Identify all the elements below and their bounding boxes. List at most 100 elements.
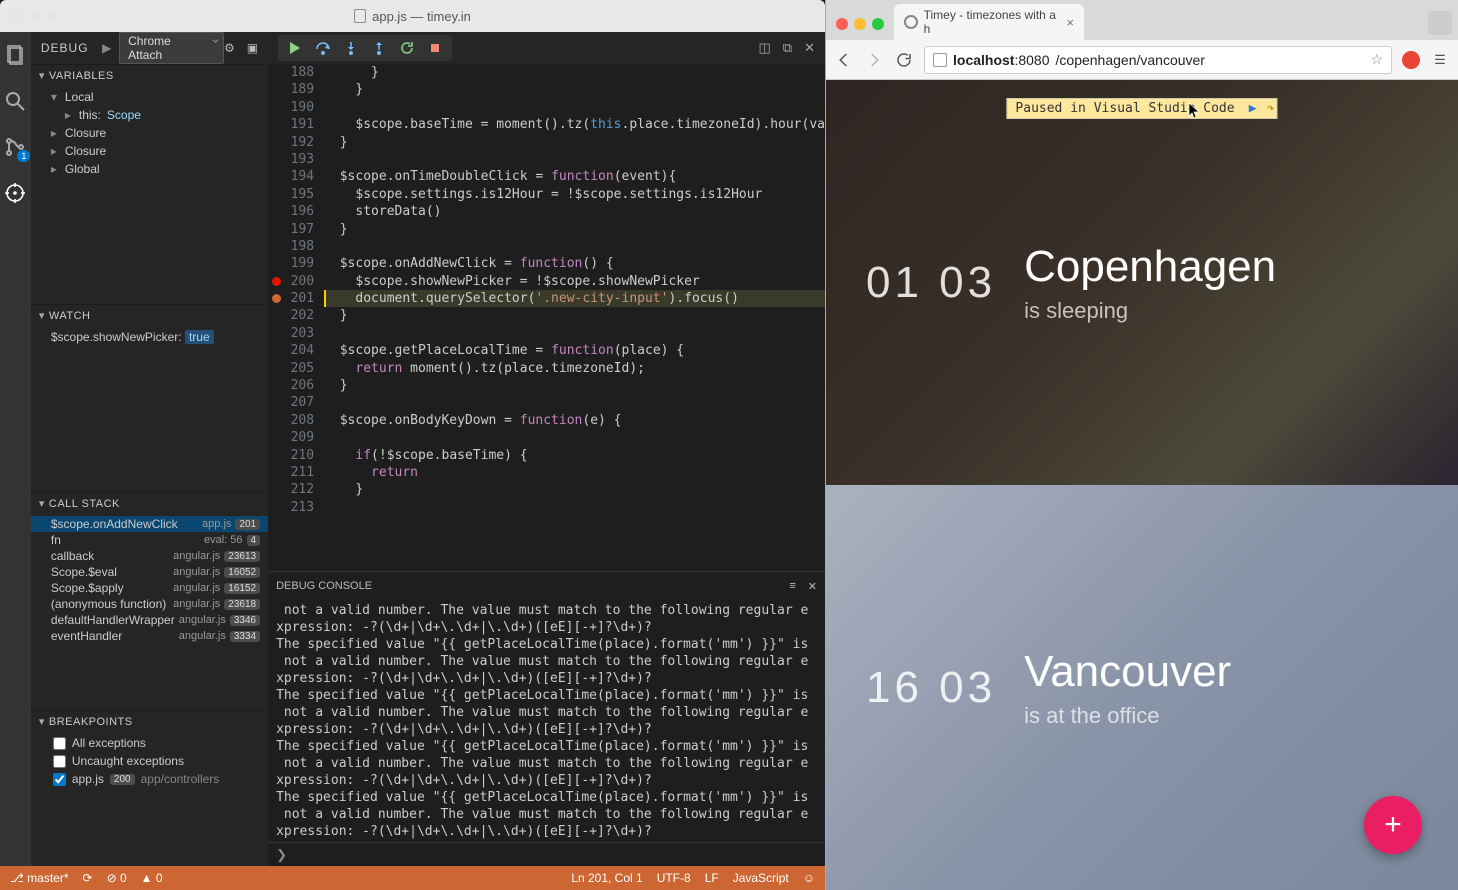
city-name: Copenhagen: [1024, 242, 1276, 292]
window-title: app.js — timey.in: [372, 9, 471, 24]
filter-icon[interactable]: ≡: [789, 580, 795, 592]
file-icon: [354, 9, 366, 23]
zoom-dot[interactable]: [872, 18, 884, 30]
variable-scope[interactable]: ▾Local: [31, 88, 268, 106]
console-line: The specified value "{{ getPlaceLocalTim…: [276, 738, 817, 755]
watch-item[interactable]: $scope.showNewPicker: true: [31, 328, 268, 346]
bookmark-icon[interactable]: ☆: [1370, 51, 1383, 68]
start-debug-icon[interactable]: ▶: [102, 41, 111, 55]
callstack-frame[interactable]: defaultHandlerWrapperangular.js3346: [31, 612, 268, 628]
console-line: not a valid number. The value must match…: [276, 755, 817, 772]
favicon-icon: [904, 15, 918, 29]
forward-button[interactable]: [864, 50, 884, 70]
chrome-toolbar: localhost:8080/copenhagen/vancouver ☆ ☰: [826, 40, 1458, 80]
city-time: 01 03: [866, 258, 996, 308]
tab-title: Timey - timezones with a h: [924, 8, 1061, 36]
callstack-frame[interactable]: fneval: 564: [31, 532, 268, 548]
breakpoints-header[interactable]: ▾BREAKPOINTS: [31, 711, 268, 732]
code-editor[interactable]: 1881891901911921931941951961971981992002…: [268, 64, 825, 571]
activity-bar: 1: [0, 32, 31, 866]
language-mode[interactable]: JavaScript: [733, 871, 789, 885]
browser-tab[interactable]: Timey - timezones with a h ×: [894, 4, 1084, 40]
mac-traffic-lights[interactable]: [10, 10, 70, 22]
close-panel-icon[interactable]: ✕: [808, 580, 817, 593]
resume-icon[interactable]: ▶: [1249, 101, 1257, 116]
restart-button[interactable]: [396, 37, 418, 59]
stop-button[interactable]: [424, 37, 446, 59]
extension-icon[interactable]: [1402, 51, 1420, 69]
callstack-frame[interactable]: callbackangular.js23613: [31, 548, 268, 564]
minimize-dot[interactable]: [28, 10, 40, 22]
breakpoint-checkbox[interactable]: [53, 773, 66, 786]
close-tab-icon[interactable]: ×: [1066, 15, 1074, 30]
step-icon[interactable]: ↷: [1267, 101, 1275, 116]
page-icon: [933, 53, 947, 67]
console-line: The specified value "{{ getPlaceLocalTim…: [276, 687, 817, 704]
git-icon[interactable]: 1: [2, 134, 28, 160]
breakpoint-item[interactable]: app.js 200 app/controllers: [31, 770, 268, 788]
menu-icon[interactable]: ☰: [1430, 50, 1450, 70]
callstack-header[interactable]: ▾CALL STACK: [31, 493, 268, 514]
eol[interactable]: LF: [705, 871, 719, 885]
address-bar[interactable]: localhost:8080/copenhagen/vancouver ☆: [924, 46, 1392, 74]
url-path: /copenhagen/vancouver: [1056, 52, 1205, 68]
callstack-frame[interactable]: Scope.$applyangular.js16152: [31, 580, 268, 596]
breakpoint-item[interactable]: Uncaught exceptions: [31, 752, 268, 770]
breakpoint-checkbox[interactable]: [53, 755, 66, 768]
variable-scope[interactable]: ▸Closure: [31, 142, 268, 160]
debug-icon[interactable]: [2, 180, 28, 206]
minimize-dot[interactable]: [854, 18, 866, 30]
breakpoint-checkbox[interactable]: [53, 737, 66, 750]
encoding[interactable]: UTF-8: [657, 871, 691, 885]
variable-item[interactable]: ▸this: Scope: [31, 106, 268, 124]
cursor-position[interactable]: Ln 201, Col 1: [571, 871, 642, 885]
step-into-button[interactable]: [340, 37, 362, 59]
console-line: xpression: -?(\d+|\d+\.\d+|\.\d+)([eE][-…: [276, 619, 817, 636]
split-editor-icon[interactable]: ◫: [759, 40, 771, 56]
city-pane-vancouver[interactable]: 16 03 Vancouver is at the office: [826, 485, 1458, 890]
city-time: 16 03: [866, 663, 996, 713]
continue-button[interactable]: [284, 37, 306, 59]
breakpoint-item[interactable]: All exceptions: [31, 734, 268, 752]
variables-header[interactable]: ▾VARIABLES: [31, 65, 268, 86]
city-status: is sleeping: [1024, 298, 1276, 324]
back-button[interactable]: [834, 50, 854, 70]
mac-traffic-lights[interactable]: [834, 14, 890, 40]
url-host: localhost:8080: [953, 52, 1050, 68]
debug-console-input[interactable]: ❯: [268, 842, 825, 866]
variable-scope[interactable]: ▸Global: [31, 160, 268, 178]
vscode-window: app.js — timey.in 1 DEBUG ▶ Chrome Attac…: [0, 0, 825, 890]
close-editor-icon[interactable]: ✕: [804, 40, 815, 56]
city-status: is at the office: [1024, 703, 1231, 729]
launch-config-dropdown[interactable]: Chrome Attach: [119, 32, 224, 64]
debug-console-title: DEBUG CONSOLE: [276, 580, 372, 592]
feedback-icon[interactable]: ☺: [803, 871, 815, 885]
git-branch[interactable]: ⎇ master*: [10, 871, 69, 885]
step-over-button[interactable]: [312, 37, 334, 59]
reload-button[interactable]: [894, 50, 914, 70]
step-out-button[interactable]: [368, 37, 390, 59]
variable-scope[interactable]: ▸Closure: [31, 124, 268, 142]
pause-text: Paused in Visual Studio Code: [1015, 101, 1234, 116]
city-pane-copenhagen[interactable]: 01 03 Copenhagen is sleeping: [826, 80, 1458, 485]
callstack-frame[interactable]: (anonymous function)angular.js23618: [31, 596, 268, 612]
console-icon[interactable]: ▣: [247, 41, 258, 55]
search-icon[interactable]: [2, 88, 28, 114]
callstack-frame[interactable]: Scope.$evalangular.js16052: [31, 564, 268, 580]
git-badge: 1: [17, 150, 30, 162]
warnings-count[interactable]: ▲ 0: [141, 871, 163, 885]
zoom-dot[interactable]: [46, 10, 58, 22]
watch-header[interactable]: ▾WATCH: [31, 305, 268, 326]
explorer-icon[interactable]: [2, 42, 28, 68]
diff-icon[interactable]: ⧉: [783, 40, 792, 56]
callstack-frame[interactable]: eventHandlerangular.js3334: [31, 628, 268, 644]
close-dot[interactable]: [836, 18, 848, 30]
callstack-frame[interactable]: $scope.onAddNewClickapp.js201: [31, 516, 268, 532]
gear-icon[interactable]: ⚙: [224, 41, 235, 55]
profile-button[interactable]: [1428, 11, 1452, 35]
pause-banner: Paused in Visual Studio Code ▶ ↷: [1006, 98, 1277, 119]
add-city-fab[interactable]: +: [1364, 796, 1422, 854]
errors-count[interactable]: ⊘ 0: [107, 871, 127, 885]
sync-icon[interactable]: ⟳: [83, 871, 93, 885]
close-dot[interactable]: [10, 10, 22, 22]
